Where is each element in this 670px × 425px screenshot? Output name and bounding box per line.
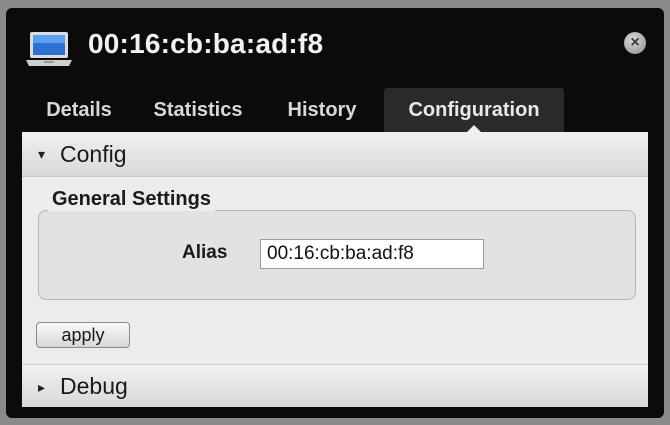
tab-statistics[interactable]: Statistics [136,88,260,132]
tab-bar: Details Statistics History Configuration [22,88,646,132]
tab-details[interactable]: Details [22,88,136,132]
expanded-arrow-icon: ▾ [38,146,46,162]
tab-configuration[interactable]: Configuration [384,88,564,132]
window-title: 00:16:cb:ba:ad:f8 [88,28,324,59]
config-section-header[interactable]: ▾ Config [22,132,648,177]
config-section-title: Config [60,141,127,167]
alias-label: Alias [182,242,228,263]
device-window: 00:16:cb:ba:ad:f8 × Details Statistics H… [6,8,664,418]
debug-section-header[interactable]: ▸ Debug [22,364,648,407]
apply-button[interactable]: apply [36,322,130,348]
tab-history[interactable]: History [260,88,384,132]
alias-input[interactable] [260,239,484,269]
configuration-panel: ▾ Config General Settings Alias apply ▸ … [22,132,648,407]
laptop-icon [24,28,74,72]
collapsed-arrow-icon: ▸ [38,379,46,395]
title-bar: 00:16:cb:ba:ad:f8 × [6,8,664,86]
outer-frame: 00:16:cb:ba:ad:f8 × Details Statistics H… [0,0,670,425]
close-icon[interactable]: × [624,32,646,54]
debug-section-title: Debug [60,373,128,399]
general-settings-legend: General Settings [48,188,215,211]
